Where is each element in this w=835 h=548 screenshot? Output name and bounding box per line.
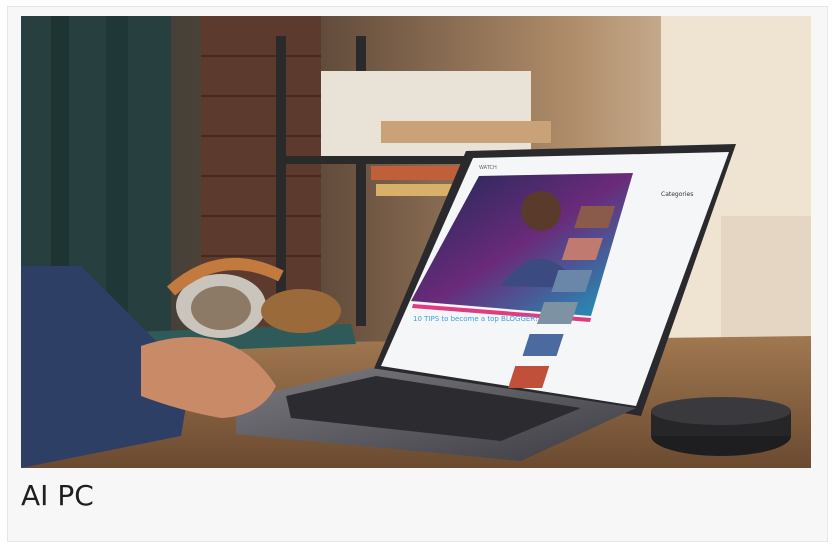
screen-sidebar-heading: Categories (661, 191, 693, 198)
product-photo: 10 TIPS to become a top BLOGGER! WATCH C… (21, 16, 811, 468)
product-caption[interactable]: AI PC (21, 479, 94, 513)
laptop-scene-illustration: 10 TIPS to become a top BLOGGER! WATCH C… (21, 16, 811, 468)
product-card[interactable]: 10 TIPS to become a top BLOGGER! WATCH C… (7, 6, 828, 542)
screen-brand: WATCH (479, 165, 497, 171)
screen-video-title: 10 TIPS to become a top BLOGGER! (413, 315, 538, 323)
